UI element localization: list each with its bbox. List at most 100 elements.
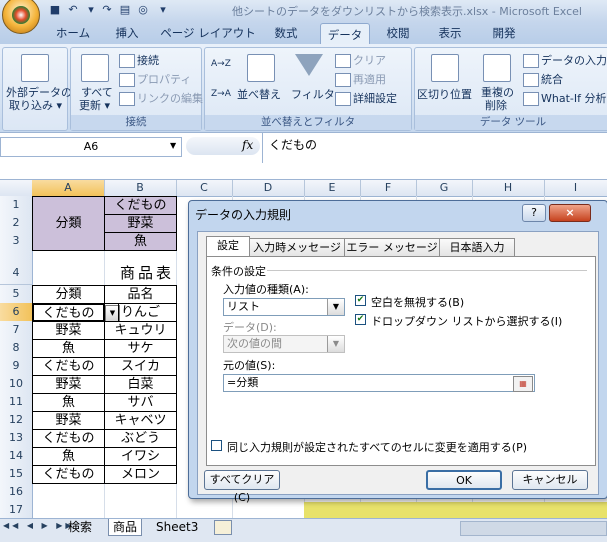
row-header-15[interactable]: 15 [0,465,33,484]
tab-settings[interactable]: 設定 [206,236,250,258]
cell-a13[interactable]: くだもの [32,429,105,448]
row-header-13[interactable]: 13 [0,429,33,448]
cancel-button[interactable]: キャンセル [512,470,588,490]
row-header-16[interactable]: 16 [0,483,33,502]
tab-ime-mode[interactable]: 日本語入力 [439,238,515,257]
tab-view[interactable]: 表示 [430,22,470,44]
cell-b3[interactable]: 魚 [104,232,177,251]
row-header-14[interactable]: 14 [0,447,33,466]
row-header-11[interactable]: 11 [0,393,33,412]
cell-a7[interactable]: 野菜 [32,321,105,340]
cell-a6-active[interactable]: くだもの [32,303,105,322]
row-header-2[interactable]: 2 [0,214,33,233]
cell-b13[interactable]: ぶどう [104,429,177,448]
undo-dropdown-icon[interactable]: ▾ [84,3,98,17]
in-cell-dropdown-checkbox[interactable]: ✔ [355,314,366,325]
cell-b9[interactable]: スイカ [104,357,177,376]
row-header-9[interactable]: 9 [0,357,33,376]
refresh-all-label-2[interactable]: 更新 ▾ [79,99,110,112]
data-select[interactable]: 次の値の間 ▼ [223,335,345,353]
tab-data[interactable]: データ [320,23,370,45]
sort-icon[interactable]: ◎ [136,3,150,17]
connections-button[interactable]: 接続 [119,54,159,68]
tab-developer[interactable]: 開発 [484,22,524,44]
close-button[interactable]: × [549,204,591,222]
sheet-tab-sheet3[interactable]: Sheet3 [152,519,202,535]
name-box[interactable]: A6 [0,137,182,157]
cell-b6[interactable]: りんご [118,303,177,322]
row-header-12[interactable]: 12 [0,411,33,430]
column-header-h[interactable]: H [472,180,545,196]
horizontal-scrollbar[interactable] [460,521,607,536]
cell-b1[interactable]: くだもの [104,196,177,215]
properties-button[interactable]: プロパティ [119,73,191,87]
sort-descending-button[interactable]: Z→A [211,88,231,101]
row-header-7[interactable]: 7 [0,321,33,340]
source-input[interactable]: =分類 ▦ [223,374,535,392]
cell-b12[interactable]: キャベツ [104,411,177,430]
text-to-columns-button[interactable]: 区切り位置 [417,88,472,101]
advanced-filter-button[interactable]: 詳細設定 [335,92,397,106]
cell-a14[interactable]: 魚 [32,447,105,466]
undo-icon[interactable]: ↶ [66,3,80,17]
cell-b15[interactable]: メロン [104,465,177,484]
allow-select[interactable]: リスト ▼ [223,298,345,316]
external-data-label-2[interactable]: 取り込み ▾ [9,99,62,112]
tab-input-message[interactable]: 入力時メッセージ [249,238,345,257]
cell-a15[interactable]: くだもの [32,465,105,484]
cell-a12[interactable]: 野菜 [32,411,105,430]
column-header-b[interactable]: B [104,180,177,196]
clear-filter-button[interactable]: クリア [335,54,386,68]
clear-all-button[interactable]: すべてクリア(C) [204,470,280,504]
save-icon[interactable]: ■ [48,3,62,17]
row-header-1[interactable]: 1 [0,196,33,215]
row-header-10[interactable]: 10 [0,375,33,394]
row-header-4[interactable]: 4 [0,250,33,285]
cell-a5-header[interactable]: 分類 [32,285,105,304]
select-all-corner[interactable] [0,180,33,196]
sort-ascending-button[interactable]: A→Z [211,58,231,71]
cell-b7[interactable]: キュウリ [104,321,177,340]
filter-button[interactable]: フィルタ [291,88,335,101]
range-select-icon[interactable]: ▦ [513,376,533,392]
column-header-d[interactable]: D [232,180,305,196]
column-header-e[interactable]: E [304,180,361,196]
remove-duplicates-label-1[interactable]: 重複の [481,86,514,99]
tab-review[interactable]: 校閲 [378,22,418,44]
tab-insert[interactable]: 挿入 [105,22,149,44]
cell-b2[interactable]: 野菜 [104,214,177,233]
cell-a1-category-header[interactable]: 分類 [32,196,105,251]
cell-a10[interactable]: 野菜 [32,375,105,394]
row-header-3[interactable]: 3 [0,232,33,251]
tab-home[interactable]: ホーム [48,22,98,44]
cell-b10[interactable]: 白菜 [104,375,177,394]
apply-all-checkbox[interactable] [211,440,222,451]
column-header-c[interactable]: C [176,180,233,196]
insert-sheet-icon[interactable] [214,520,232,535]
cell-b14[interactable]: イワシ [104,447,177,466]
sheet-tab-search[interactable]: 検索 [64,519,96,535]
sheet-tab-products[interactable]: 商品 [108,519,143,536]
external-data-label-1[interactable]: 外部データの [6,86,72,99]
row-header-8[interactable]: 8 [0,339,33,358]
insert-function-icon[interactable]: fx [242,138,253,152]
cell-b11[interactable]: サバ [104,393,177,412]
consolidate-button[interactable]: 統合 [523,73,563,87]
help-button[interactable]: ? [522,204,546,222]
cell-a11[interactable]: 魚 [32,393,105,412]
cell-b8[interactable]: サケ [104,339,177,358]
ignore-blank-checkbox[interactable]: ✔ [355,295,366,306]
cell-a9[interactable]: くだもの [32,357,105,376]
column-header-i[interactable]: I [544,180,607,196]
column-header-f[interactable]: F [360,180,417,196]
column-header-g[interactable]: G [416,180,473,196]
reapply-button[interactable]: 再適用 [335,73,386,87]
cell-b5-header[interactable]: 品名 [104,285,177,304]
tab-page-layout[interactable]: ページ レイアウト [160,22,256,44]
whatif-button[interactable]: What-If 分析 [523,92,606,106]
tab-error-alert[interactable]: エラー メッセージ [344,238,440,257]
remove-duplicates-label-2[interactable]: 削除 [485,99,507,112]
data-validation-button[interactable]: データの入力規 [523,54,607,68]
redo-icon[interactable]: ↷ [100,3,114,17]
print-preview-icon[interactable]: ▤ [118,3,132,17]
